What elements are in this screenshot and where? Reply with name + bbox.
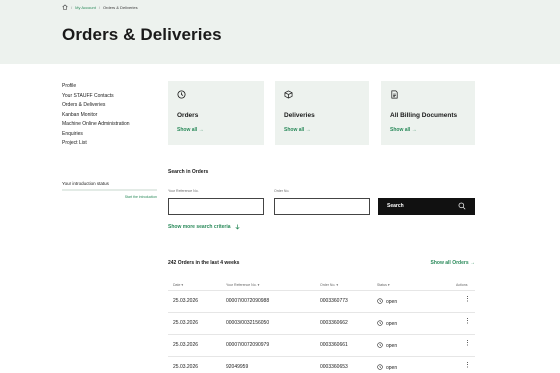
status-label: open [386,299,398,305]
arrow-down-icon [235,224,240,230]
breadcrumb-my-account[interactable]: My Account [75,5,96,10]
sidebar-item-orders-deliveries[interactable]: Orders & Deliveries [62,101,162,111]
search-section-title: Search in Orders [168,169,209,175]
sidebar-item-project-list[interactable]: Project List [62,139,162,149]
orders-count: 242 Orders in the last 4 weeks [168,260,240,266]
clock-icon [177,90,186,99]
sidebar: Profile Your STAUFF Contacts Orders & De… [62,82,162,149]
sidebar-item-profile[interactable]: Profile [62,82,162,92]
column-header-order-number[interactable]: Order No. ▾ [320,283,338,287]
deliveries-card[interactable]: Deliveries Show all → [275,81,369,145]
cell-order-number: 0003360661 [320,342,348,348]
status-label: open [386,321,398,327]
breadcrumb: / My Account / Orders & Deliveries [62,4,138,10]
sidebar-item-kanban-monitor[interactable]: Kanban Monitor [62,111,162,121]
sidebar-item-enquiries[interactable]: Enquiries [62,130,162,140]
page-header: / My Account / Orders & Deliveries Order… [0,0,560,64]
status-label: open [386,343,398,349]
search-icon [458,202,466,210]
cell-reference: 00003/0032156050 [226,320,270,326]
search-button[interactable]: Search [378,198,475,215]
clock-icon [377,298,383,306]
intro-progress-bar [62,189,157,191]
breadcrumb-current: Orders & Deliveries [102,4,138,10]
orders-card[interactable]: Orders Show all → [168,81,264,145]
billing-card-show-all[interactable]: Show all → [390,127,417,133]
row-actions-menu-icon[interactable]: ⋮ [464,318,471,325]
row-actions-menu-icon[interactable]: ⋮ [464,296,471,303]
search-button-label: Search [387,203,404,209]
show-all-orders-link[interactable]: Show all Orders → [431,260,475,266]
home-icon[interactable] [62,4,68,10]
row-actions-menu-icon[interactable]: ⋮ [464,340,471,347]
intro-status-label: Your introduction status [62,181,109,186]
table-row[interactable]: 25.03.2026 00003/0032156050 0003360662 open… [168,312,475,333]
cell-order-number: 0003360653 [320,364,348,370]
page-title: Orders & Deliveries [62,25,222,44]
reference-number-label: Your Reference No. [168,189,199,193]
order-number-label: Order No. [274,189,290,193]
cell-status: open [377,320,397,328]
cell-status: open [377,364,397,372]
billing-documents-card[interactable]: All Billing Documents Show all → [381,81,475,145]
column-header-actions: Actions [456,283,468,287]
table-row[interactable]: 25.03.2026 00007/0072090988 0003360773 open… [168,290,475,311]
start-introduction-link[interactable]: Start the introduction [62,195,157,199]
table-row[interactable]: 25.03.2026 92049959 0003360653 open ⋮ [168,356,475,373]
row-actions-menu-icon[interactable]: ⋮ [464,362,471,369]
cell-status: open [377,342,397,350]
cell-date: 25.03.2026 [173,320,199,326]
cell-date: 25.03.2026 [173,364,199,370]
show-more-criteria-link[interactable]: Show more search criteria [168,224,240,230]
reference-number-input[interactable] [168,198,264,215]
deliveries-card-title: Deliveries [284,112,315,119]
box-icon [284,90,293,99]
sidebar-item-contacts[interactable]: Your STAUFF Contacts [62,92,162,102]
billing-card-title: All Billing Documents [390,112,458,119]
clock-icon [377,364,383,372]
cell-date: 25.03.2026 [173,298,199,304]
clock-icon [377,342,383,350]
status-label: open [386,365,398,371]
cell-reference: 92049959 [226,364,249,370]
column-header-status[interactable]: Status ▾ [377,283,390,287]
cell-reference: 00007/0072090979 [226,342,270,348]
table-row[interactable]: 25.03.2026 00007/0072090979 0003360661 open… [168,334,475,355]
orders-card-show-all[interactable]: Show all → [177,127,204,133]
cell-order-number: 0003360662 [320,320,348,326]
cell-reference: 00007/0072090988 [226,298,270,304]
deliveries-card-show-all[interactable]: Show all → [284,127,311,133]
document-icon [391,90,398,99]
clock-icon [377,320,383,328]
order-number-input[interactable] [274,198,370,215]
cell-status: open [377,298,397,306]
orders-card-title: Orders [177,112,199,119]
cell-order-number: 0003360773 [320,298,348,304]
cell-date: 25.03.2026 [173,342,199,348]
column-header-reference[interactable]: Your Reference No. ▾ [226,283,259,287]
sidebar-item-machine-online[interactable]: Machine Online Administration [62,120,162,130]
column-header-date[interactable]: Date ▾ [173,283,183,287]
